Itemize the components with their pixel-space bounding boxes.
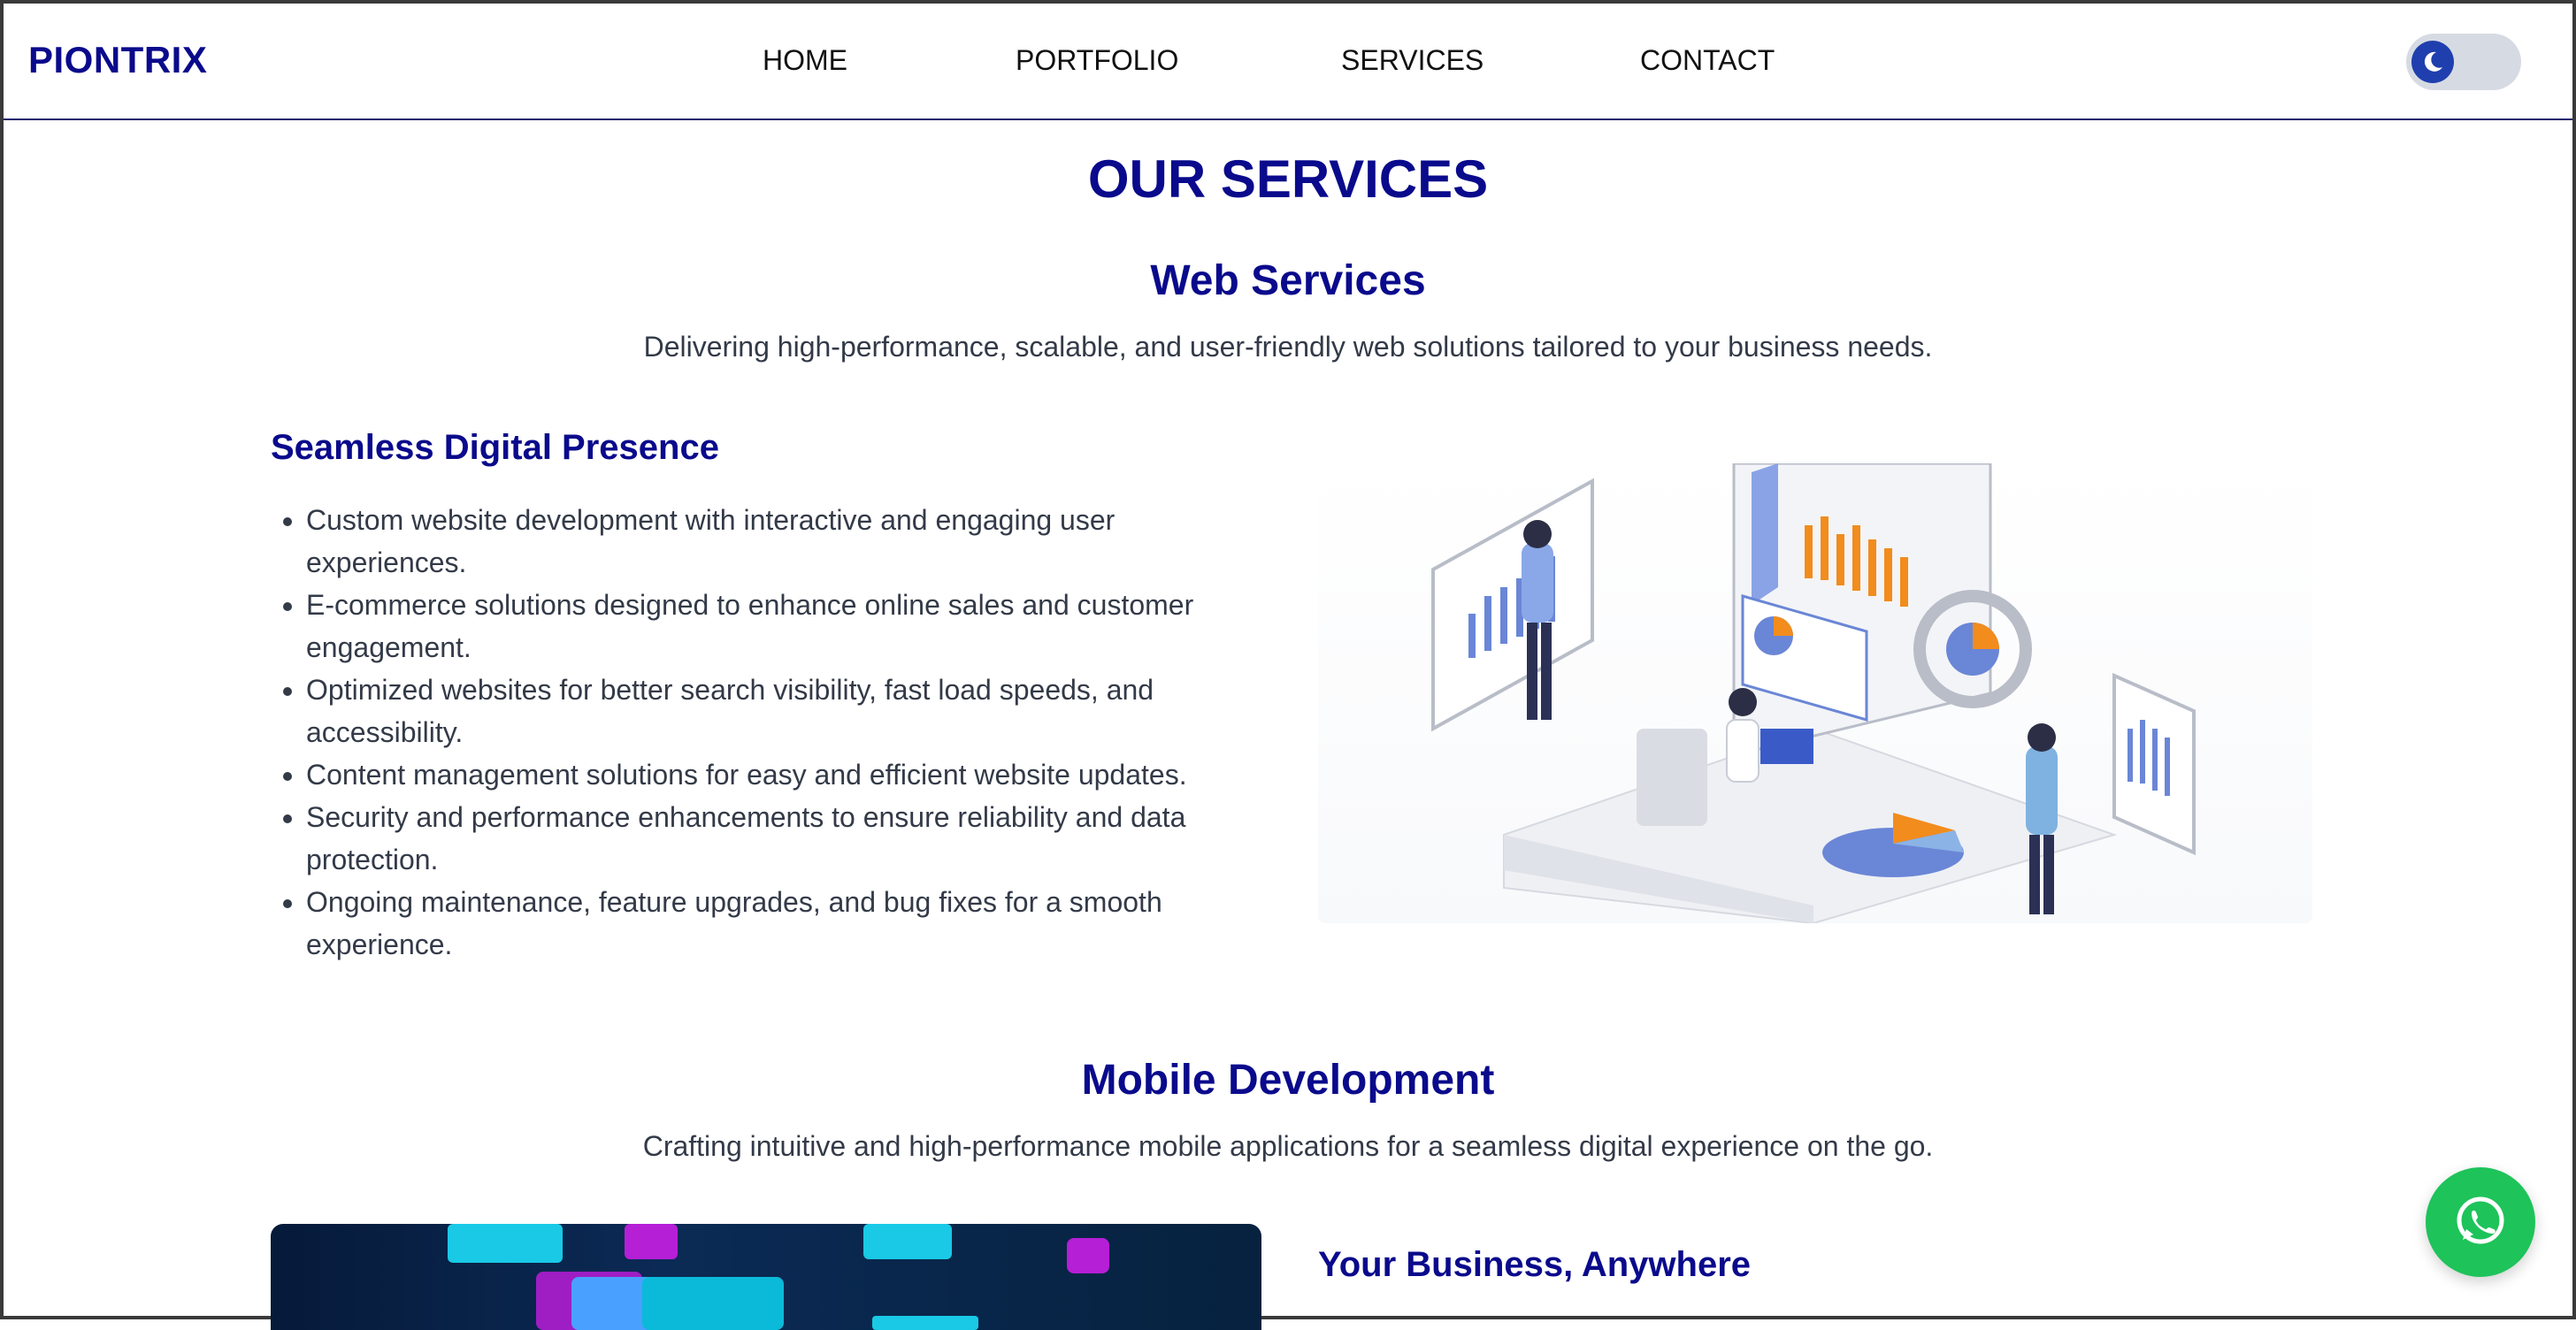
mobile-app-illustration xyxy=(448,1224,1109,1330)
feature-item: Custom website development with interact… xyxy=(306,499,1279,584)
feature-item: Ongoing maintenance, feature upgrades, a… xyxy=(306,881,1279,966)
nav-link-portfolio[interactable]: PORTFOLIO xyxy=(1016,44,1178,77)
mobile-development-subheading: Your Business, Anywhere xyxy=(1318,1245,1752,1284)
feature-item: Optimized websites for better search vis… xyxy=(306,669,1279,753)
feature-item: Security and performance enhancements to… xyxy=(306,796,1279,881)
toggle-knob xyxy=(2411,41,2454,83)
feature-item: E-commerce solutions designed to enhance… xyxy=(306,584,1279,669)
feature-item: Content management solutions for easy an… xyxy=(306,753,1279,796)
moon-icon xyxy=(2424,51,2442,72)
mobile-development-image xyxy=(271,1224,1261,1330)
nav-link-services[interactable]: SERVICES xyxy=(1341,44,1484,77)
web-services-feature-list: Custom website development with interact… xyxy=(271,499,1279,966)
mobile-development-title: Mobile Development xyxy=(1081,1057,1495,1104)
theme-toggle[interactable] xyxy=(2406,34,2521,90)
whatsapp-icon xyxy=(2457,1196,2504,1244)
nav-link-home[interactable]: HOME xyxy=(763,44,847,77)
isometric-analytics-illustration xyxy=(1431,462,2196,925)
web-services-subheading: Seamless Digital Presence xyxy=(271,428,719,467)
web-services-description: Delivering high-performance, scalable, a… xyxy=(643,331,1933,363)
nav-link-contact[interactable]: CONTACT xyxy=(1640,44,1775,77)
whatsapp-button[interactable] xyxy=(2426,1167,2535,1277)
web-services-illustration xyxy=(1318,462,2312,925)
brand-logo[interactable]: PIONTRIX xyxy=(28,39,207,81)
mobile-development-description: Crafting intuitive and high-performance … xyxy=(642,1130,1934,1162)
page-title: OUR SERVICES xyxy=(1087,149,1489,209)
web-services-title: Web Services xyxy=(1150,257,1426,304)
navbar: PIONTRIX HOME PORTFOLIO SERVICES CONTACT xyxy=(4,4,2572,120)
